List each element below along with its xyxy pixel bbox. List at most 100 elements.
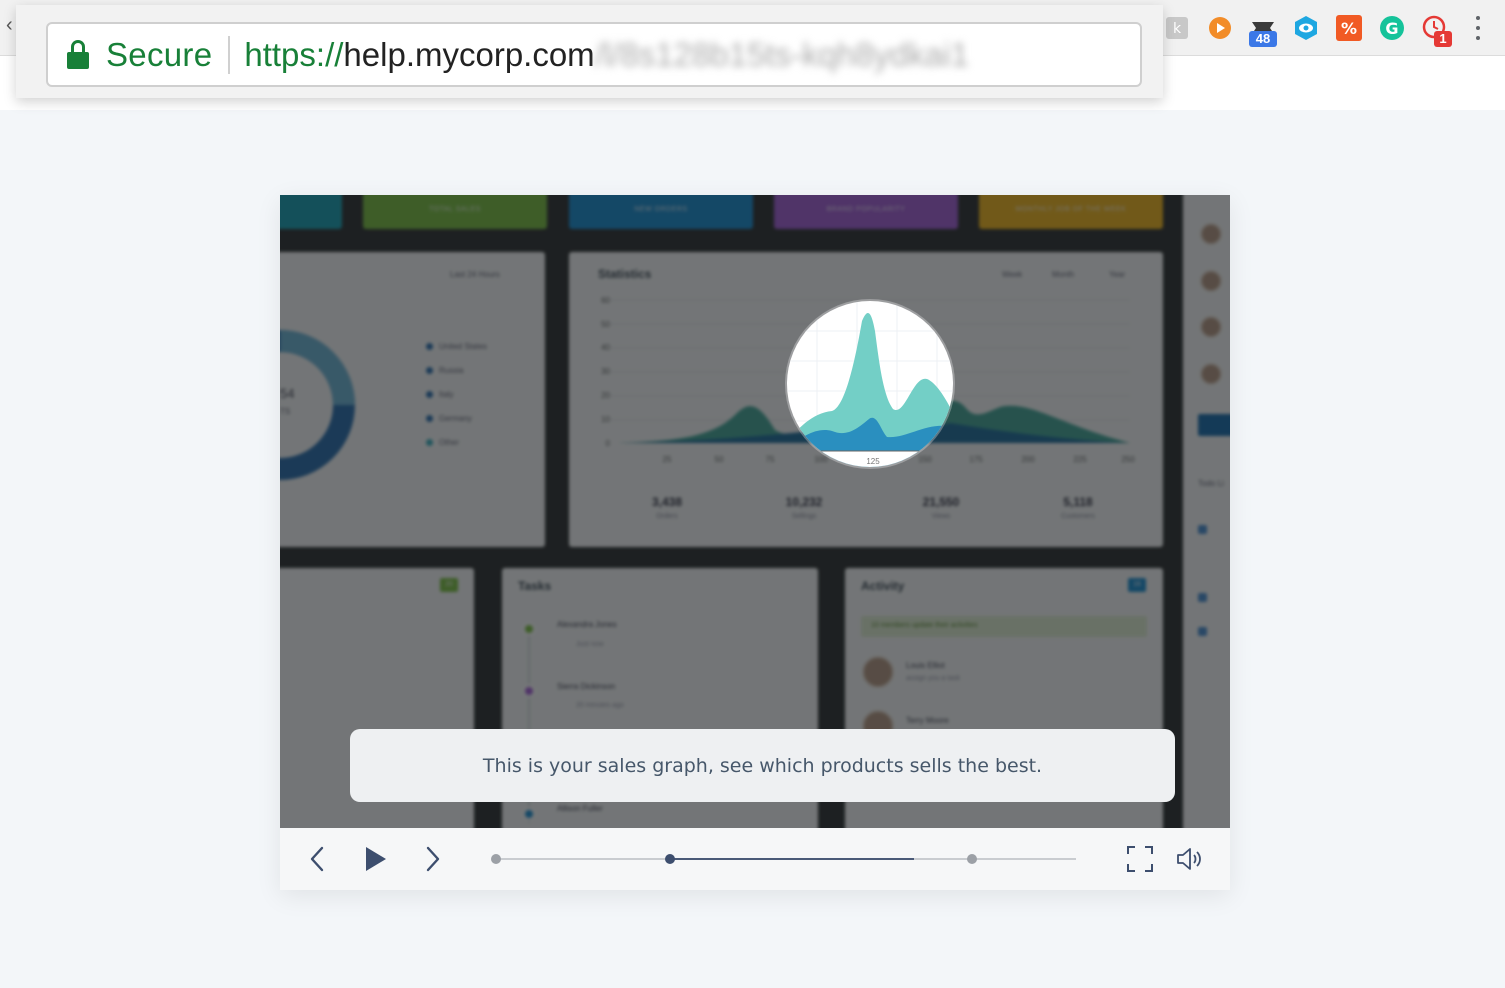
stat-views-value: 21,550	[922, 495, 960, 509]
browser-menu-icon[interactable]	[1468, 13, 1488, 43]
traffic-filter: Last 24 Hours	[450, 270, 500, 279]
progress-track[interactable]	[491, 854, 1076, 864]
mail-extension-icon[interactable]: 48	[1248, 13, 1278, 47]
stat-sellings-label: Sellings	[791, 513, 817, 520]
svg-text:125: 125	[866, 457, 880, 466]
range-year: Year	[1109, 270, 1126, 279]
svg-text:%: %	[1341, 19, 1357, 38]
url-protocol: https://	[244, 35, 344, 73]
back-arrow-icon[interactable]: ‹	[6, 14, 13, 37]
x-tick: 175	[969, 455, 983, 464]
timeline-dot	[522, 807, 536, 821]
chapter-marker[interactable]	[966, 854, 977, 864]
y-tick: 60	[601, 296, 610, 305]
task-time: 20 minutes ago	[576, 702, 624, 709]
mail-extension-badge: 48	[1249, 31, 1277, 47]
stat-tile: NEW ORDERS	[569, 195, 753, 229]
chevron-left-icon[interactable]	[304, 844, 330, 874]
play-icon[interactable]	[360, 844, 390, 874]
tour-caption: This is your sales graph, see which prod…	[350, 729, 1175, 802]
legend-item: Other	[426, 438, 459, 447]
x-tick: 150	[918, 455, 932, 464]
todo-checkbox	[1198, 593, 1207, 602]
secure-label: Secure	[106, 35, 213, 73]
stat-tile: BRAND POPULARITY	[774, 195, 958, 229]
y-tick: 30	[601, 367, 610, 376]
legend-item: Germany	[426, 414, 472, 423]
stat-customers-value: 5,118	[1063, 495, 1093, 509]
stat-customers-label: Customers	[1061, 513, 1095, 520]
range-week: Week	[1002, 270, 1023, 279]
x-tick: 75	[765, 455, 775, 464]
video-stage[interactable]: TOTAL SALES NEW ORDERS BRAND POPULARITY …	[280, 195, 1230, 828]
video-player: TOTAL SALES NEW ORDERS BRAND POPULARITY …	[280, 195, 1230, 890]
timer-extension-badge: 1	[1434, 31, 1452, 47]
chapter-marker[interactable]	[491, 854, 501, 864]
timeline-dot	[522, 684, 536, 698]
avatar	[1200, 363, 1222, 385]
address-bar-zoom: Secure https:// help.mycorp.com /l/8s128…	[16, 5, 1163, 98]
grammarly-icon[interactable]: G	[1377, 13, 1407, 43]
player-controls	[280, 828, 1230, 890]
y-tick: 0	[605, 439, 610, 448]
fullscreen-icon[interactable]	[1124, 844, 1156, 874]
tasks-title: Tasks	[518, 579, 552, 593]
legend-item: Italy	[426, 390, 454, 399]
sidebar-button	[1198, 414, 1230, 436]
y-tick: 50	[601, 320, 610, 329]
avatar	[862, 656, 894, 688]
stat-sellings-value: 10,232	[785, 495, 823, 509]
play-extension-icon[interactable]	[1205, 13, 1235, 43]
stat-tile	[280, 195, 342, 229]
svg-text:G: G	[1385, 19, 1398, 38]
tour-spotlight: 125	[787, 301, 953, 467]
address-divider	[228, 35, 231, 74]
percent-extension-icon[interactable]: %	[1334, 13, 1364, 43]
todo-checkbox	[1198, 627, 1207, 636]
lock-icon	[67, 39, 89, 70]
avatar	[1200, 223, 1222, 245]
kite-icon[interactable]: k	[1162, 13, 1192, 43]
task-time: Just now	[576, 641, 604, 648]
svg-text:k: k	[1173, 21, 1182, 37]
stat-orders-label: Orders	[656, 513, 678, 520]
range-month: Month	[1052, 270, 1075, 279]
x-tick: 250	[1121, 455, 1135, 464]
avatar	[1200, 316, 1222, 338]
x-tick: 225	[1073, 455, 1087, 464]
traffic-donut	[280, 330, 355, 480]
sales-graph-highlight: 125	[787, 301, 953, 467]
y-tick: 10	[601, 415, 610, 424]
timer-extension-icon[interactable]: 1	[1420, 13, 1452, 47]
activity-notice: 10 members update their activities	[861, 616, 1147, 637]
donut-label: TS	[280, 407, 291, 416]
timeline-dot	[522, 622, 536, 636]
stat-orders-value: 3,438	[651, 495, 683, 509]
todo-checkbox	[1198, 525, 1207, 534]
extensions-bar: k 48 % G 1	[1162, 10, 1452, 47]
x-tick: 200	[1021, 455, 1035, 464]
y-tick: 20	[601, 391, 610, 400]
activity-detail: assign you a task	[906, 675, 961, 682]
legend-item: Russia	[426, 366, 463, 375]
activity-user: Louis Elliot	[906, 661, 945, 670]
chevron-right-icon[interactable]	[420, 844, 446, 874]
eye-extension-icon[interactable]	[1291, 13, 1321, 43]
volume-icon[interactable]	[1174, 844, 1206, 874]
address-bar[interactable]: Secure https:// help.mycorp.com /l/8s128…	[46, 22, 1142, 87]
members-badge: 20	[440, 578, 458, 592]
task-user: Allison Fuller	[557, 804, 603, 813]
stat-tile: MONTHLY JOB OF THE WEEK	[979, 195, 1163, 229]
task-user: Alexandra Jones	[557, 620, 617, 629]
task-user: Sierra Dickinson	[557, 682, 616, 691]
activity-user: Terry Moore	[906, 716, 949, 725]
todo-title: Todo Li	[1198, 479, 1224, 488]
stat-tile: TOTAL SALES	[363, 195, 547, 229]
activity-title: Activity	[861, 579, 905, 593]
avatar	[1200, 270, 1222, 292]
progress-handle[interactable]	[665, 854, 675, 864]
stat-views-label: Views	[931, 513, 951, 520]
progress-fill	[670, 858, 914, 860]
x-tick: 50	[714, 455, 724, 464]
donut-value: 54	[280, 386, 295, 401]
